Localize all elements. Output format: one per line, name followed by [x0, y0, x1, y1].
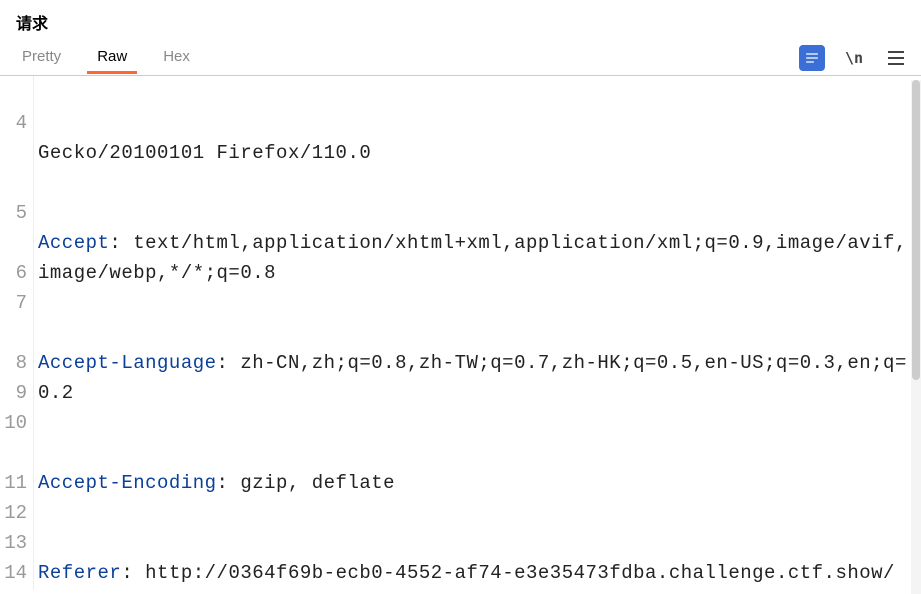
- tab-raw[interactable]: Raw: [93, 42, 131, 73]
- menu-icon[interactable]: [883, 45, 909, 71]
- tabs-row: Pretty Raw Hex \n: [0, 40, 921, 76]
- code-content[interactable]: Gecko/20100101 Firefox/110.0 Accept: tex…: [34, 76, 911, 590]
- toolbar-right: \n: [799, 45, 909, 71]
- line-gutter: 4 5 6 7 8 9 10 11 12 13 14: [0, 76, 34, 590]
- scrollbar-thumb[interactable]: [912, 80, 920, 380]
- tabs-left: Pretty Raw Hex: [12, 42, 194, 73]
- editor-area[interactable]: 4 5 6 7 8 9 10 11 12 13 14 Gecko/2010010…: [0, 76, 921, 590]
- newline-icon[interactable]: \n: [841, 45, 867, 71]
- panel-title: 请求: [0, 0, 921, 40]
- tab-hex[interactable]: Hex: [159, 42, 194, 73]
- line-wrap-icon[interactable]: [799, 45, 825, 71]
- tab-pretty[interactable]: Pretty: [18, 42, 65, 73]
- vertical-scrollbar[interactable]: [911, 80, 921, 594]
